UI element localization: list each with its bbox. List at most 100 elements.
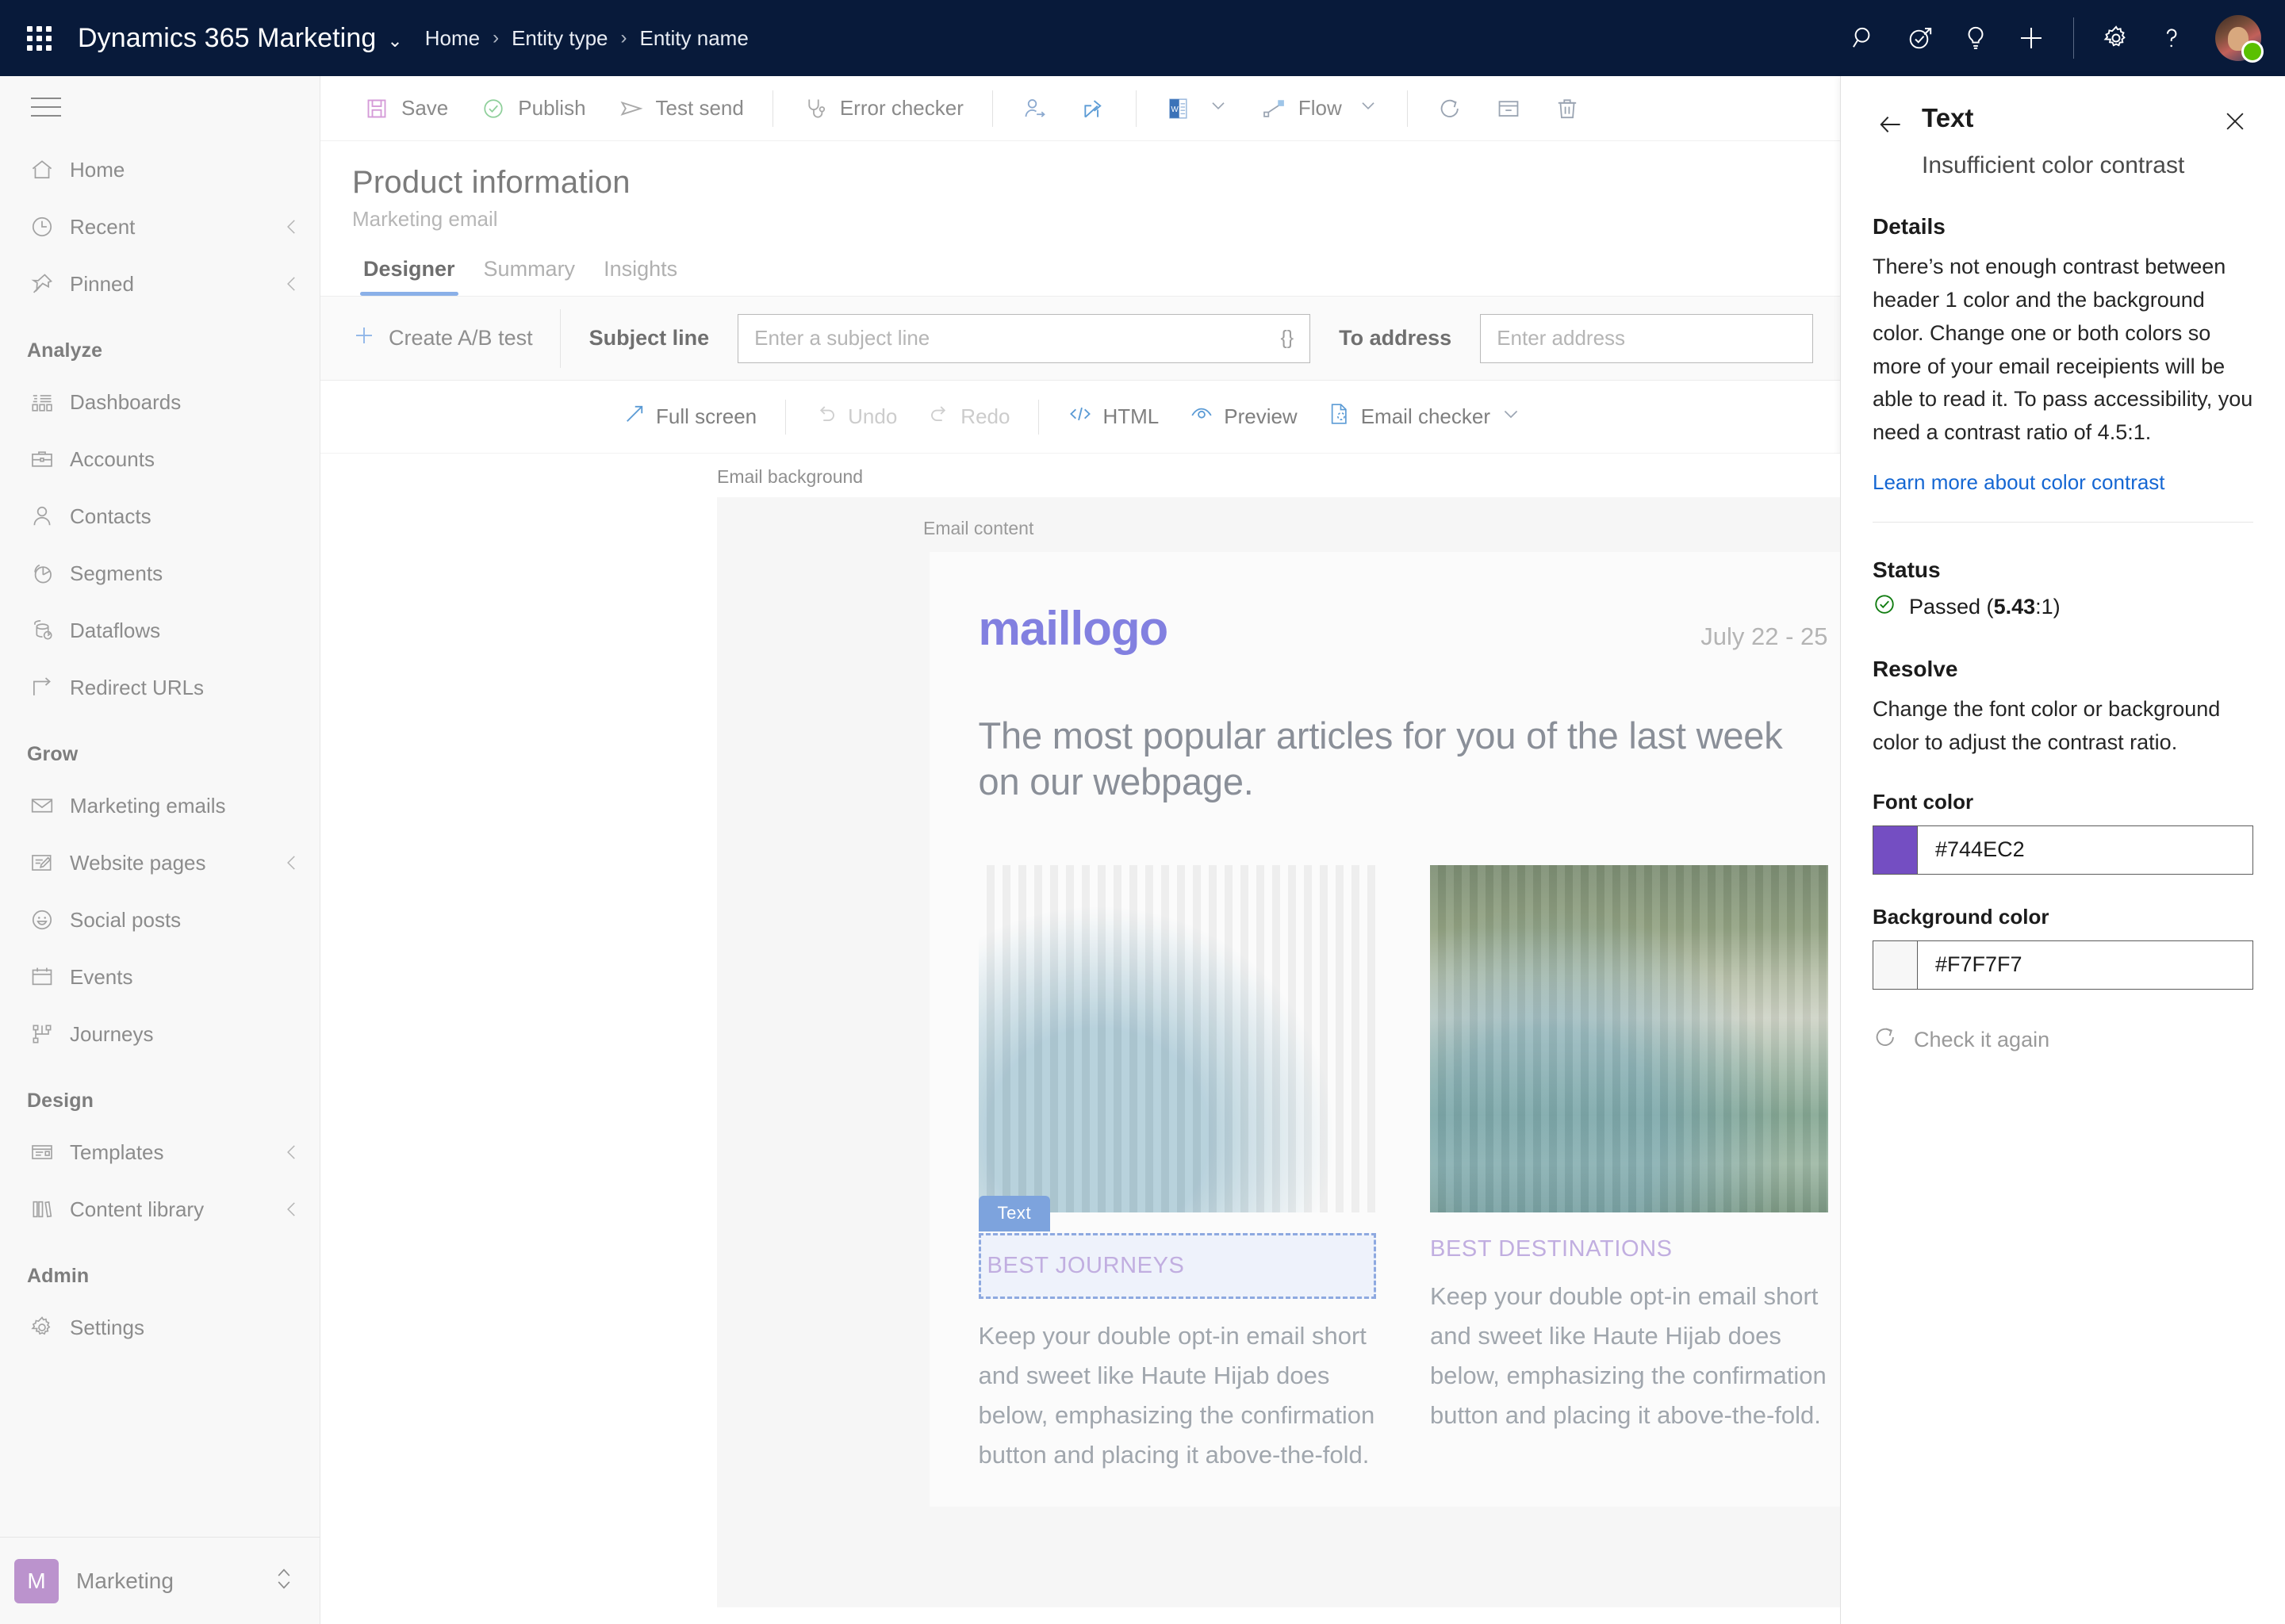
assign-user-button[interactable] (1007, 84, 1063, 133)
breadcrumb-item-entity-type[interactable]: Entity type (512, 26, 608, 51)
personalization-icon[interactable]: {} (1280, 327, 1294, 350)
sidebar-item-website-pages[interactable]: Website pages (0, 834, 320, 891)
sidebar-item-content-library[interactable]: Content library (0, 1181, 320, 1238)
font-color-swatch[interactable] (1873, 825, 1918, 874)
email-column-right[interactable]: BEST DESTINATIONS Keep your double opt-i… (1430, 864, 1828, 1476)
tab-designer[interactable]: Designer (352, 252, 466, 296)
check-it-again-button[interactable]: Check it again (1873, 1025, 2253, 1055)
email-headline[interactable]: The most popular articles for you of the… (979, 713, 1828, 805)
redo-button[interactable]: Redo (914, 393, 1022, 441)
flow-button[interactable]: Flow (1246, 84, 1393, 133)
help-question-icon[interactable] (2147, 13, 2196, 63)
undo-button[interactable]: Undo (802, 393, 910, 441)
email-body-copy[interactable]: Keep your double opt-in email short and … (979, 1316, 1377, 1476)
redirect-arrow-icon (21, 675, 63, 700)
email-checker-button[interactable]: Email checker (1315, 393, 1535, 441)
full-screen-button[interactable]: Full screen (610, 393, 769, 441)
email-content[interactable]: maillogo July 22 - 25 The most popular a… (929, 552, 1840, 1507)
create-ab-test-button[interactable]: Create A/B test (352, 324, 560, 353)
add-icon[interactable] (2007, 13, 2056, 63)
sidebar-item-segments[interactable]: Segments (0, 545, 320, 602)
to-address-input[interactable]: Enter address (1480, 313, 1814, 363)
command-divider (991, 90, 993, 127)
publish-button[interactable]: Publish (466, 84, 600, 133)
sidebar-item-contacts[interactable]: Contacts (0, 488, 320, 545)
sidebar-item-recent[interactable]: Recent (0, 198, 320, 255)
stethoscope-icon (802, 96, 829, 121)
test-send-button[interactable]: Test send (604, 84, 758, 133)
refresh-button[interactable] (1422, 84, 1478, 133)
eyebrow-label[interactable]: BEST DESTINATIONS (1430, 1236, 1828, 1262)
back-arrow-icon[interactable] (1873, 106, 1909, 143)
sidebar-item-home[interactable]: Home (0, 141, 320, 198)
sidebar-item-social-posts[interactable]: Social posts (0, 891, 320, 948)
sidebar-item-pinned[interactable]: Pinned (0, 255, 320, 312)
hamburger-menu-icon[interactable] (24, 90, 68, 124)
up-down-chevrons-icon[interactable] (272, 1565, 296, 1596)
save-button[interactable]: Save (349, 84, 462, 133)
command-divider (1406, 90, 1408, 127)
email-body-copy[interactable]: Keep your double opt-in email short and … (1430, 1277, 1828, 1436)
designer-canvas[interactable]: Email background Email content maillogo … (320, 454, 1840, 1624)
html-button[interactable]: HTML (1055, 393, 1171, 441)
brand-title[interactable]: Dynamics 365 Marketing ⌄ (78, 23, 403, 54)
tab-summary[interactable]: Summary (473, 252, 587, 296)
email-logo[interactable]: maillogo (979, 601, 1169, 656)
learn-more-link[interactable]: Learn more about color contrast (1873, 470, 2165, 495)
person-icon (21, 504, 63, 529)
avatar[interactable] (2215, 15, 2264, 63)
search-icon[interactable] (1840, 13, 1889, 63)
breadcrumb-item-entity-name[interactable]: Entity name (640, 26, 749, 51)
sidebar-item-redirect-urls[interactable]: Redirect URLs (0, 659, 320, 716)
background-color-swatch[interactable] (1873, 940, 1918, 989)
background-color-input[interactable] (1918, 940, 2252, 989)
assistant-icon[interactable] (1896, 13, 1945, 63)
chevron-left-icon[interactable] (282, 216, 302, 237)
close-icon[interactable] (2217, 103, 2253, 140)
breadcrumb-item-home[interactable]: Home (425, 26, 480, 51)
email-background[interactable]: Email content maillogo July 22 - 25 The … (717, 497, 1840, 1607)
email-checker-icon (1328, 401, 1351, 432)
area-switcher[interactable]: M Marketing (0, 1537, 320, 1624)
selected-text-block[interactable]: Text BEST JOURNEYS (978, 1195, 1376, 1299)
sidebar-item-accounts[interactable]: Accounts (0, 431, 320, 488)
chevron-down-icon[interactable] (1208, 95, 1229, 121)
chevron-left-icon[interactable] (282, 852, 302, 873)
chevron-down-icon[interactable] (1358, 95, 1378, 121)
share-button[interactable] (1066, 84, 1121, 133)
chevron-down-icon[interactable]: ⌄ (387, 30, 402, 52)
archive-button[interactable] (1481, 84, 1536, 133)
sidebar-item-dashboards[interactable]: Dashboards (0, 373, 320, 431)
template-icon (21, 1139, 63, 1165)
chevron-left-icon[interactable] (282, 1142, 302, 1162)
sidebar-item-label: Content library (70, 1197, 205, 1221)
chevron-left-icon[interactable] (282, 274, 302, 294)
chevron-down-icon[interactable] (1500, 403, 1522, 431)
font-color-input[interactable] (1918, 825, 2252, 874)
insights-lightbulb-icon[interactable] (1951, 13, 2000, 63)
sidebar-item-dataflows[interactable]: Dataflows (0, 602, 320, 659)
sidebar-item-templates[interactable]: Templates (0, 1124, 320, 1181)
tab-insights[interactable]: Insights (592, 252, 688, 296)
background-color-field[interactable] (1873, 940, 2253, 990)
sidebar-nav-list[interactable]: Home Recent Pinned Analyze Dashboards Ac… (0, 138, 320, 1537)
error-checker-button[interactable]: Error checker (788, 84, 978, 133)
chevron-left-icon[interactable] (282, 1199, 302, 1220)
brand-label: Dynamics 365 Marketing (78, 22, 377, 53)
sidebar-item-settings[interactable]: Settings (0, 1299, 320, 1356)
sidebar-item-events[interactable]: Events (0, 948, 320, 1005)
sidebar-item-journeys[interactable]: Journeys (0, 1005, 320, 1063)
preview-button[interactable]: Preview (1176, 393, 1309, 441)
font-color-field[interactable] (1873, 825, 2253, 875)
subject-input[interactable]: Enter a subject line {} (738, 313, 1311, 363)
email-date[interactable]: July 22 - 25 (1700, 622, 1827, 651)
settings-gear-icon[interactable] (2091, 13, 2141, 63)
pool-resort-photo[interactable] (978, 864, 1377, 1212)
app-launcher-waffle-icon[interactable] (16, 15, 62, 61)
word-template-button[interactable]: W (1151, 84, 1243, 133)
delete-button[interactable] (1539, 84, 1595, 133)
email-column-left[interactable]: Text BEST JOURNEYS Keep your double opt-… (978, 864, 1377, 1476)
tropical-plants-photo[interactable] (1430, 864, 1828, 1212)
panel-divider (1873, 522, 2253, 523)
sidebar-item-marketing-emails[interactable]: Marketing emails (0, 777, 320, 834)
